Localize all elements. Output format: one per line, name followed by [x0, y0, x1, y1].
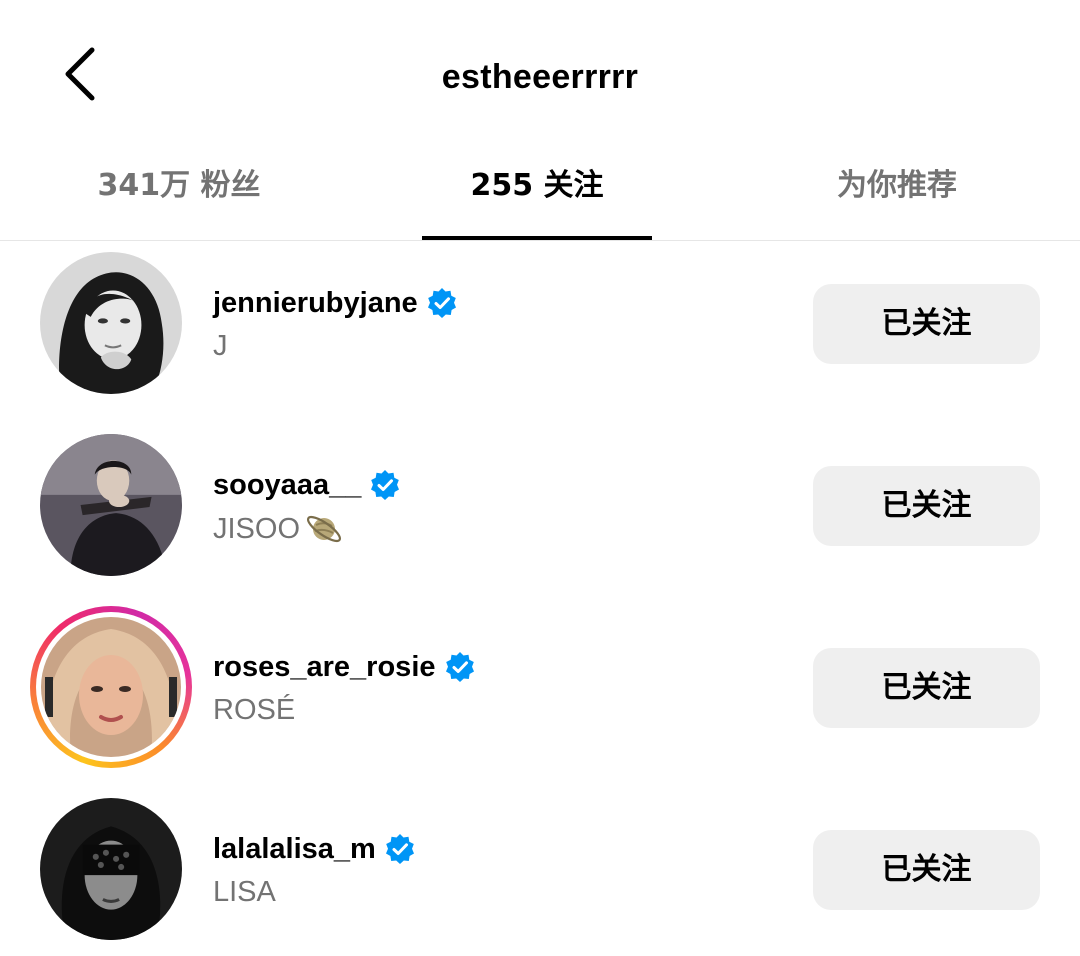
avatar[interactable]	[40, 434, 182, 576]
following-button[interactable]: 已关注	[813, 648, 1040, 728]
tab-bar: 341万 粉丝 255 关注 为你推荐	[0, 150, 1080, 241]
ringed-planet-icon	[304, 509, 344, 549]
display-name: ROSÉ	[213, 694, 296, 726]
avatar	[41, 617, 181, 757]
page-title: estheeerrrrr	[441, 58, 639, 96]
username: jennierubyjane	[213, 287, 418, 319]
following-list: jennierubyjane J 已关注 sooyaaa__ JISOO 已关注…	[0, 241, 1080, 956]
avatar[interactable]	[40, 798, 182, 940]
verified-badge-icon	[384, 833, 416, 865]
username-link[interactable]: roses_are_rosie	[213, 647, 476, 687]
list-item: jennierubyjane J 已关注	[0, 241, 1080, 401]
username: roses_are_rosie	[213, 651, 436, 683]
tab-suggested[interactable]: 为你推荐	[782, 150, 1012, 240]
following-button[interactable]: 已关注	[813, 284, 1040, 364]
tab-followers[interactable]: 341万 粉丝	[40, 150, 318, 240]
verified-badge-icon	[426, 287, 458, 319]
avatar-story-ring[interactable]	[30, 606, 192, 768]
avatar-photo	[40, 434, 182, 576]
active-tab-indicator	[422, 236, 652, 240]
verified-badge-icon	[369, 469, 401, 501]
username: lalalalisa_m	[213, 833, 376, 865]
avatar-photo	[41, 617, 181, 757]
username-link[interactable]: lalalalisa_m	[213, 829, 416, 869]
avatar[interactable]	[40, 252, 182, 394]
list-item: sooyaaa__ JISOO 已关注	[0, 423, 1080, 583]
tab-following[interactable]: 255 关注	[422, 150, 652, 240]
username: sooyaaa__	[213, 469, 362, 501]
username-link[interactable]: sooyaaa__	[213, 465, 401, 505]
avatar-photo	[40, 252, 182, 394]
display-name: LISA	[213, 876, 276, 908]
display-name: JISOO	[213, 509, 344, 549]
following-button[interactable]: 已关注	[813, 466, 1040, 546]
following-button[interactable]: 已关注	[813, 830, 1040, 910]
verified-badge-icon	[444, 651, 476, 683]
list-item: roses_are_rosie ROSÉ 已关注	[0, 605, 1080, 768]
avatar-photo	[40, 798, 182, 940]
list-item: lalalalisa_m LISA 已关注	[0, 787, 1080, 947]
display-name: J	[213, 330, 228, 362]
top-bar: estheeerrrrr	[0, 0, 1080, 150]
username-link[interactable]: jennierubyjane	[213, 283, 458, 323]
